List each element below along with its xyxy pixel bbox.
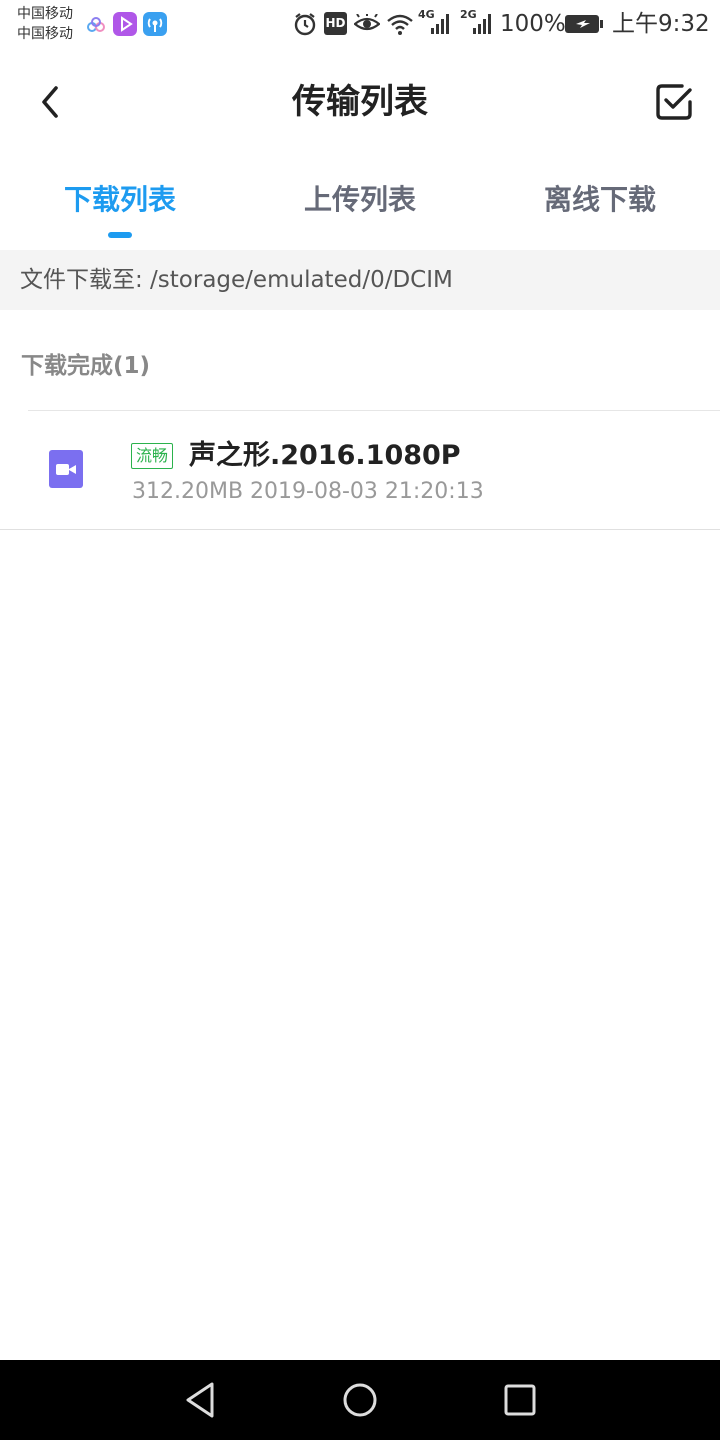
tab-download-list[interactable]: 下载列表 [0,180,240,220]
list-item[interactable]: 流畅 声之形.2016.1080P 312.20MB 2019-08-03 21… [0,411,720,529]
carrier-labels: 中国移动 中国移动 [17,4,73,44]
file-name: 声之形.2016.1080P [189,440,461,471]
carrier-2: 中国移动 [17,26,73,42]
clock: 上午9:32 [612,11,710,37]
app-header: 传输列表 [0,50,720,160]
square-recents-icon [504,1384,536,1416]
nav-home-button[interactable] [340,1380,380,1420]
signal-icon-2 [473,14,491,34]
file-meta: 312.20MB 2019-08-03 21:20:13 [132,479,484,504]
select-mode-button[interactable] [652,80,696,124]
page-title: 传输列表 [292,82,428,122]
tab-upload-list[interactable]: 上传列表 [240,180,480,220]
status-bar: 中国移动 中国移动 HD 4G 2G 100% 上午9:32 [0,0,720,50]
divider [0,529,720,530]
download-path-text: 文件下载至: /storage/emulated/0/DCIM [20,267,453,293]
section-title-completed: 下载完成(1) [21,353,151,379]
circle-home-icon [343,1383,377,1417]
hotspot-icon [143,12,167,36]
hd-icon: HD [324,12,347,35]
alarm-icon [294,13,316,36]
battery-percent: 100% [500,11,566,37]
quality-badge: 流畅 [131,443,174,469]
carrier-1: 中国移动 [17,6,73,22]
active-tab-indicator [108,232,132,238]
nav-recents-button[interactable] [500,1380,540,1420]
signal-icon [431,14,449,34]
download-path-banner: 文件下载至: /storage/emulated/0/DCIM [0,250,720,310]
checkbox-icon [656,84,692,120]
nav-back-button[interactable] [182,1380,222,1420]
tab-bar: 下载列表 上传列表 离线下载 [0,160,720,250]
wifi-icon [387,14,413,35]
video-file-icon [49,450,83,488]
cloud-icon [87,17,105,32]
system-nav-bar [0,1360,720,1440]
eye-icon [354,14,380,31]
hd-label: HD [325,16,346,30]
battery-icon [565,15,603,33]
tab-offline-download[interactable]: 离线下载 [480,180,720,220]
video-app-icon [113,12,137,36]
triangle-back-icon [186,1382,214,1418]
